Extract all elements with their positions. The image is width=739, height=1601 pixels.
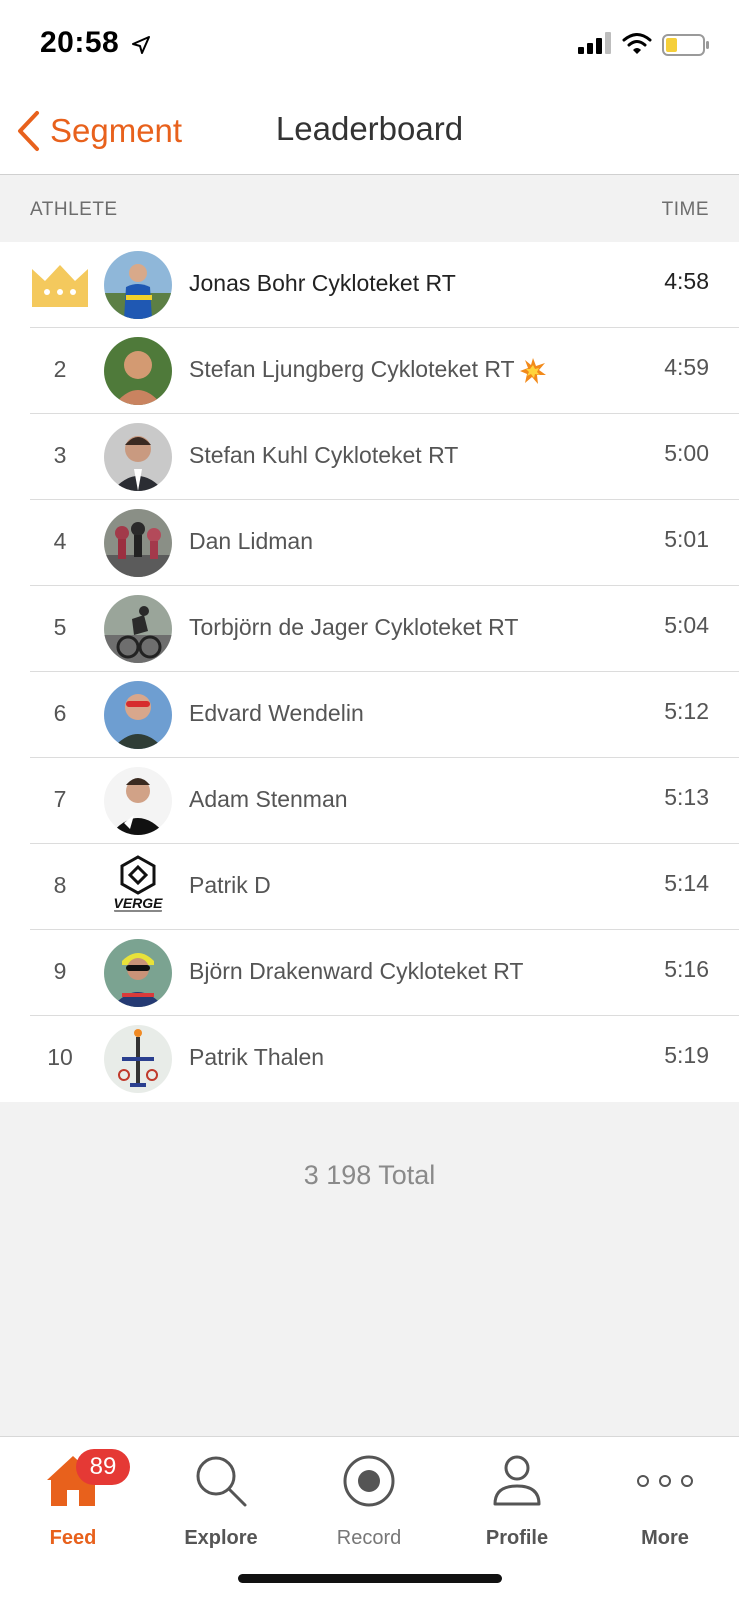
tab-label: Feed [49, 1527, 97, 1549]
athlete-time: 5:01 [664, 526, 709, 552]
total-count: 3 198 Total [303, 1160, 436, 1190]
athlete-name: Dan Lidman [189, 528, 314, 554]
crown-icon [32, 265, 88, 307]
leaderboard-row[interactable]: 10 Patrik Thalen 5:19 [0, 1016, 739, 1102]
collision-emoji-icon [519, 357, 546, 384]
search-icon [196, 1456, 247, 1507]
avatar[interactable] [104, 509, 172, 577]
leaderboard-list: Jonas Bohr Cykloteket RT 4:58 2 Stefan L… [0, 242, 739, 1102]
leaderboard-row[interactable]: 2 Stefan Ljungberg Cykloteket RT 4:59 [0, 328, 739, 414]
athlete-column-header: ATHLETE [30, 199, 118, 220]
athlete-time: 5:16 [664, 956, 709, 982]
athlete-name: Adam Stenman [189, 786, 348, 812]
rank-number: 9 [53, 958, 67, 984]
record-icon [343, 1455, 395, 1507]
tab-label: More [641, 1527, 689, 1549]
athlete-time: 5:12 [664, 698, 709, 724]
avatar[interactable] [104, 767, 172, 835]
athlete-name: Björn Drakenward Cykloteket RT [189, 958, 524, 984]
avatar[interactable] [104, 681, 172, 749]
leaderboard-row[interactable]: 6 Edvard Wendelin 5:12 [0, 672, 739, 758]
notification-badge: 89 [76, 1449, 130, 1485]
athlete-time: 5:19 [664, 1042, 709, 1068]
tab-profile[interactable]: Profile [452, 1449, 582, 1559]
column-header: ATHLETE TIME [0, 175, 739, 242]
battery-icon [662, 34, 709, 56]
location-arrow-icon [132, 36, 150, 54]
avatar[interactable] [104, 595, 172, 663]
avatar[interactable] [104, 337, 172, 405]
athlete-time: 4:58 [664, 268, 709, 294]
status-bar: 20:58 [0, 0, 739, 88]
nav-bar: Segment Leaderboard [0, 88, 739, 175]
rank-number: 6 [53, 700, 67, 726]
rank-number: 2 [53, 356, 67, 382]
leaderboard-row[interactable]: 3 Stefan Kuhl Cykloteket RT 5:00 [0, 414, 739, 500]
wifi-icon [622, 33, 652, 54]
athlete-name: Stefan Ljungberg Cykloteket RT [189, 356, 547, 385]
athlete-name: Patrik Thalen [189, 1044, 325, 1070]
leaderboard-row[interactable]: 8 VERGE Patrik D 5:14 [0, 844, 739, 930]
time-column-header: TIME [661, 199, 709, 220]
tab-label: Explore [184, 1527, 258, 1549]
avatar[interactable] [104, 423, 172, 491]
athlete-time: 5:13 [664, 784, 709, 810]
rank-number: 10 [47, 1044, 73, 1070]
rank-number: 3 [53, 442, 67, 468]
athlete-name: Torbjörn de Jager Cykloteket RT [189, 614, 519, 640]
more-icon [637, 1475, 693, 1487]
avatar[interactable] [104, 1025, 172, 1093]
rank-number: 7 [53, 786, 67, 812]
page-title: Leaderboard [275, 110, 464, 147]
tab-label: Record [336, 1527, 402, 1549]
rank-number: 8 [53, 872, 67, 898]
avatar[interactable] [104, 251, 172, 319]
rank-number: 4 [53, 528, 67, 554]
leaderboard-row[interactable]: 5 Torbjörn de Jager Cykloteket RT 5:04 [0, 586, 739, 672]
rank-number: 5 [53, 614, 67, 640]
athlete-name: Jonas Bohr Cykloteket RT [189, 270, 456, 296]
avatar[interactable] [104, 939, 172, 1007]
cellular-signal-icon [578, 32, 611, 54]
tab-record[interactable]: Record [304, 1449, 434, 1559]
athlete-name: Patrik D [189, 872, 271, 898]
athlete-time: 5:00 [664, 440, 709, 466]
tab-explore[interactable]: Explore [156, 1449, 286, 1559]
leaderboard-row[interactable]: Jonas Bohr Cykloteket RT 4:58 [0, 242, 739, 328]
tab-label: Profile [485, 1527, 549, 1549]
profile-icon [493, 1455, 541, 1506]
avatar[interactable]: VERGE [104, 853, 172, 921]
verge-logo: VERGE [104, 853, 172, 921]
leaderboard-row[interactable]: 9 Björn Drakenward Cykloteket RT 5:16 [0, 930, 739, 1016]
athlete-time: 4:59 [664, 354, 709, 380]
tab-feed[interactable]: 89 Feed [8, 1449, 138, 1559]
svg-text:VERGE: VERGE [113, 895, 163, 911]
athlete-name: Edvard Wendelin [189, 700, 364, 726]
home-indicator [238, 1574, 502, 1583]
status-time: 20:58 [40, 26, 120, 59]
athlete-name: Stefan Kuhl Cykloteket RT [189, 442, 459, 468]
leaderboard-row[interactable]: 7 Adam Stenman 5:13 [0, 758, 739, 844]
athlete-time: 5:04 [664, 612, 709, 638]
leaderboard-row[interactable]: 4 Dan Lidman 5:01 [0, 500, 739, 586]
athlete-time: 5:14 [664, 870, 709, 896]
tab-more[interactable]: More [600, 1449, 730, 1559]
